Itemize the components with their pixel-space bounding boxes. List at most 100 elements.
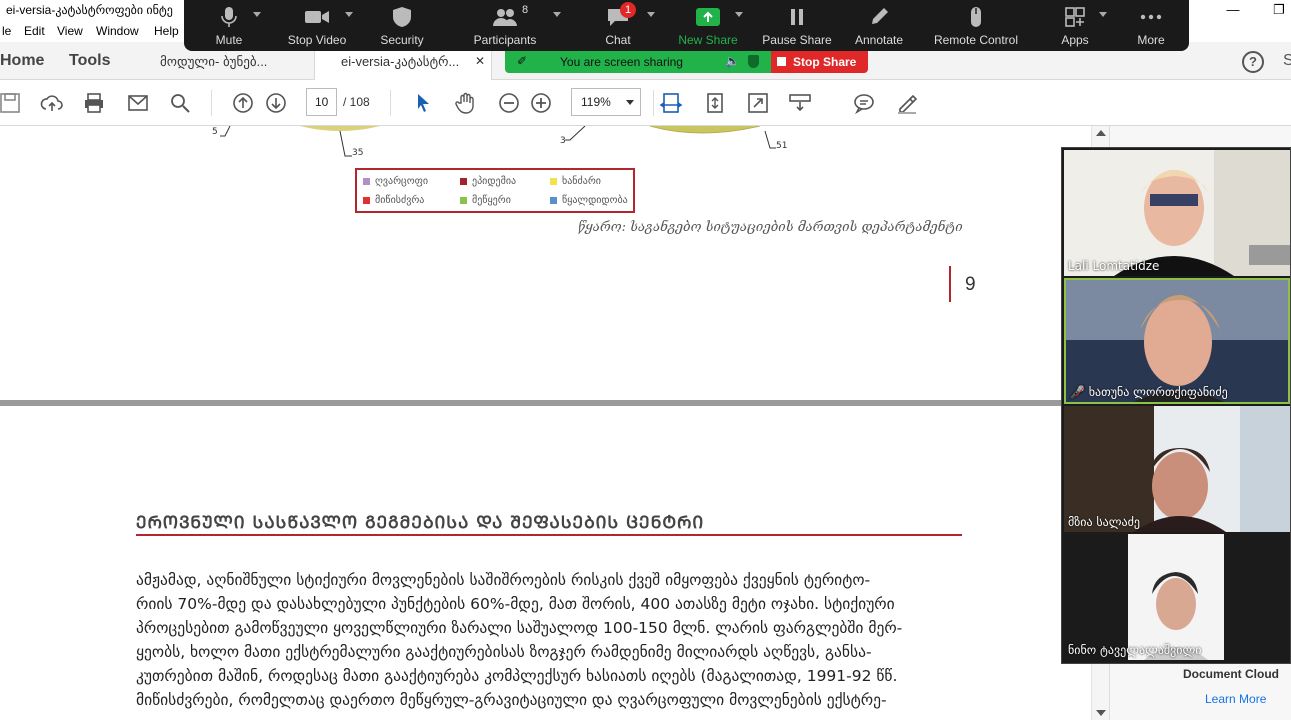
share-options-chevron[interactable] [734, 0, 744, 51]
select-tool-icon[interactable] [411, 91, 435, 115]
stop-share-button[interactable]: Stop Share [771, 51, 868, 73]
document-tab-1-label: მოდული- ბუნებ... [160, 54, 268, 69]
mute-button[interactable]: Mute [204, 0, 254, 51]
video-gallery[interactable]: Lali Lomtatidze 🎤̸ ხათუნა ლორთქიფანიძე მ… [1061, 147, 1291, 664]
tab-home[interactable]: Home [0, 52, 44, 70]
acrobat-toolbar [0, 80, 1291, 126]
stop-video-button[interactable]: Stop Video [284, 0, 350, 51]
more-dots-icon [1140, 14, 1162, 20]
search-icon[interactable] [168, 91, 192, 115]
legend-item: ხანძარი [550, 176, 601, 187]
menu-file[interactable]: le [2, 24, 11, 38]
page-number: 9 [965, 274, 976, 295]
document-viewport[interactable]: 5 35 3 51 ღვარცოფი ეპიდემია ხანძარი მიწი… [0, 126, 1091, 720]
participants-icon [493, 9, 517, 26]
pie-chart-fragments [220, 126, 776, 157]
participant-name: 🎤̸ ხათუნა ლორთქიფანიძე [1070, 385, 1228, 399]
paragraph-line-cut [136, 715, 962, 720]
pencil-icon [872, 8, 888, 24]
pause-share-button[interactable]: Pause Share [762, 0, 832, 51]
chart-label: 35 [352, 148, 364, 158]
chart-label: 5 [212, 127, 218, 137]
apps-button[interactable]: Apps [1054, 0, 1096, 51]
participant-video-frame [1064, 406, 1290, 532]
read-mode-icon[interactable] [788, 91, 812, 115]
page-number-bar [949, 266, 951, 302]
video-options-chevron[interactable] [344, 0, 354, 51]
speaker-icon[interactable]: 🔈 [725, 54, 740, 68]
participant-video-frame [1064, 534, 1290, 660]
paragraph-line: მიწისძვრები, რომელთაც დაერთო მეწყრულ-გრა… [136, 691, 887, 709]
annotate-button[interactable]: Annotate [848, 0, 910, 51]
mouse-icon [971, 7, 981, 27]
legend-item: მეწყერი [460, 195, 511, 206]
zoom-value: 119% [581, 95, 611, 109]
apps-options-chevron[interactable] [1098, 0, 1108, 51]
pause-icon [791, 9, 803, 25]
minimize-button[interactable]: — [1210, 0, 1256, 21]
full-screen-icon[interactable] [746, 91, 770, 115]
participants-options-chevron[interactable] [552, 0, 562, 51]
screen-sharing-banner: ✐ You are screen sharing 🔈 [505, 51, 771, 73]
learn-more-link[interactable]: Learn More [1205, 692, 1266, 706]
restore-button[interactable]: ❐ [1256, 0, 1291, 21]
paragraph-line: კუთრებით მაშინ, როდესაც მათი გააქტიურება… [136, 667, 898, 685]
menu-help[interactable]: Help [154, 24, 179, 38]
more-button[interactable]: More [1130, 0, 1172, 51]
save-icon[interactable] [0, 91, 22, 115]
menu-view[interactable]: View [57, 24, 83, 38]
chart-label: 51 [776, 141, 788, 151]
participant-video-4[interactable]: ნინო ტაველალაშვილი [1064, 534, 1290, 660]
comment-icon[interactable] [852, 91, 876, 115]
chat-button[interactable]: 1 Chat [596, 0, 640, 51]
zoom-select[interactable]: 119% [571, 88, 641, 116]
chevron-down-icon [626, 100, 634, 105]
microphone-icon [221, 7, 237, 27]
print-icon[interactable] [82, 91, 106, 115]
remote-control-button[interactable]: Remote Control [930, 0, 1022, 51]
fit-page-icon[interactable] [703, 91, 727, 115]
video-camera-icon [305, 11, 329, 23]
participant-video-1[interactable]: Lali Lomtatidze [1064, 150, 1290, 276]
participant-video-frame [1064, 150, 1290, 276]
apps-icon [1065, 7, 1085, 27]
fit-width-icon[interactable] [659, 91, 683, 115]
page-total: / 108 [343, 95, 370, 109]
menu-window[interactable]: Window [96, 24, 139, 38]
chart-source: წყარო: საგანგებო სიტუაციების მართვის დეპ… [578, 220, 963, 235]
zoom-out-icon[interactable] [497, 91, 521, 115]
chat-options-chevron[interactable] [646, 0, 656, 51]
heading-rule [136, 534, 962, 536]
new-share-button[interactable]: New Share [676, 0, 740, 51]
email-icon[interactable] [126, 91, 150, 115]
participant-video-3[interactable]: მზია სალაძე [1064, 406, 1290, 532]
upload-cloud-icon[interactable] [40, 91, 64, 115]
document-cloud-label: Document Cloud [1183, 667, 1279, 681]
participant-video-2[interactable]: 🎤̸ ხათუნა ლორთქიფანიძე [1064, 278, 1290, 404]
next-page-icon[interactable] [264, 91, 288, 115]
zoom-in-icon[interactable] [529, 91, 553, 115]
sharing-leaf-icon: ✐ [517, 54, 528, 68]
hand-tool-icon[interactable] [454, 91, 478, 115]
zoom-meeting-controls: Mute Stop Video Security 8 Participants … [184, 0, 1189, 51]
page-separator [0, 400, 1091, 406]
page-number-input[interactable]: 10 [306, 88, 337, 116]
window-title: ei-versia-კატასტროფები ინტე [6, 3, 173, 17]
tab-tools[interactable]: Tools [69, 52, 110, 70]
participant-name: Lali Lomtatidze [1068, 259, 1160, 273]
section-heading: ᲔᲠᲝᲕᲜᲣᲚᲘ ᲡᲐᲡᲬᲐᲕᲚᲝ ᲒᲔᲒᲛᲔᲑᲘᲡᲐ ᲓᲐ ᲨᲔᲤᲐᲡᲔᲑᲘᲡ… [136, 513, 705, 533]
mute-options-chevron[interactable] [252, 0, 262, 51]
chat-badge: 1 [620, 2, 636, 18]
paragraph-line: პროცესებით გამოწვეული ყოველწლიური ზარალი… [136, 619, 903, 637]
highlight-pen-icon[interactable] [895, 91, 919, 115]
scroll-up-icon[interactable] [1096, 130, 1106, 136]
participants-button[interactable]: 8 Participants [467, 0, 543, 51]
previous-page-icon[interactable] [231, 91, 255, 115]
sign-in-label[interactable]: S [1283, 52, 1291, 70]
help-icon[interactable]: ? [1242, 51, 1264, 73]
scroll-down-icon[interactable] [1096, 710, 1106, 716]
close-tab-icon[interactable]: ✕ [475, 54, 485, 68]
menu-edit[interactable]: Edit [24, 24, 45, 38]
sharing-banner-text: You are screen sharing [560, 55, 683, 69]
security-button[interactable]: Security [372, 0, 432, 51]
